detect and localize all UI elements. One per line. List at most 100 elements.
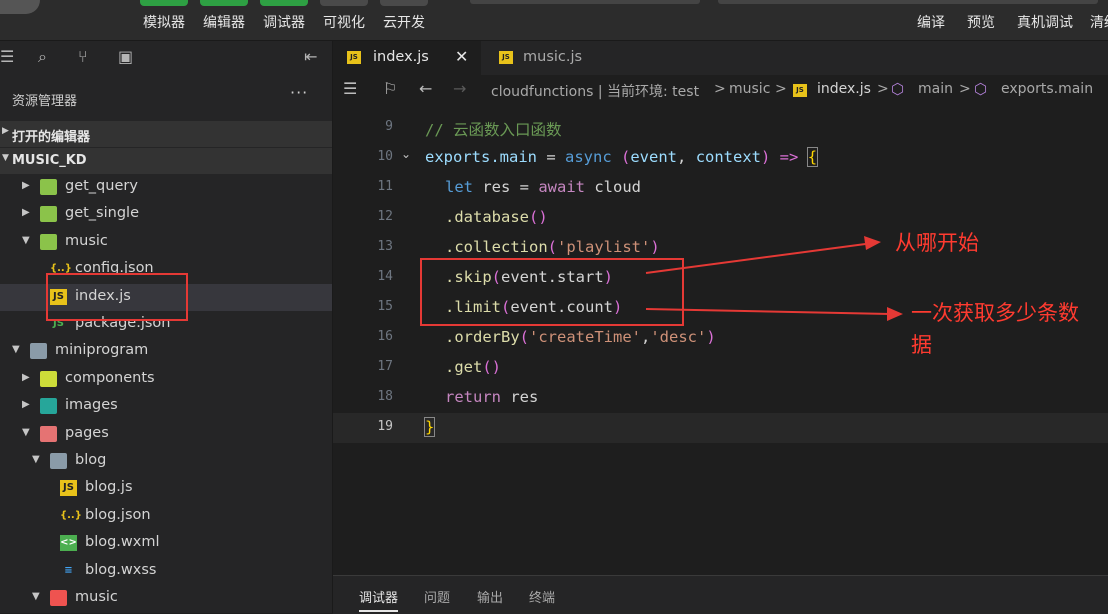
annotation-skip: 从哪开始 (895, 231, 979, 255)
chevron-down-icon[interactable]: ▼ (32, 454, 40, 465)
code-line-9: 9 // 云函数入口函数 (385, 119, 562, 139)
debug-icon[interactable]: ▣ (118, 47, 133, 66)
explorer-icon[interactable]: ☰ (0, 47, 14, 66)
tab-music-js[interactable]: JS music.js (483, 41, 633, 75)
code-line-11: 11 let res = await cloud (377, 178, 641, 196)
tree-item[interactable]: ▼ miniprogram (0, 338, 332, 365)
breadcrumb-path[interactable]: cloudfunctions | 当前环境: test (491, 81, 699, 101)
chevron-right-icon[interactable]: ▶ (22, 372, 30, 383)
folder-icon (40, 206, 57, 223)
sidebar: ☰ ⌕ ⑂ ▣ ⇤ 资源管理器 ··· ▶ 打开的编辑器 ▼ MUSIC_KD … (0, 41, 333, 613)
chevron-right-icon[interactable]: ▶ (22, 399, 30, 410)
chevron-down-icon[interactable]: ▼ (22, 235, 30, 246)
visualize-button[interactable]: 可视化 (317, 0, 371, 40)
code-line-10: 10 ⌄ exports.main = async (event, contex… (377, 147, 819, 167)
forward-arrow-icon[interactable]: → (453, 79, 466, 98)
folder-icon (40, 179, 57, 195)
project-section[interactable]: ▼ MUSIC_KD (0, 148, 332, 174)
compile-button[interactable]: 编译 (917, 12, 945, 32)
code-line-12: 12 .database() (377, 208, 548, 226)
symbol-method-icon: ⬡ (891, 80, 905, 98)
code-editor[interactable]: 9 // 云函数入口函数 10 ⌄ exports.main = async (… (333, 105, 1108, 575)
wxml-file-icon: <> (60, 535, 77, 552)
highlight-box-index-js (46, 273, 188, 321)
js-file-icon: JS (347, 51, 361, 64)
breadcrumb-file[interactable]: index.js (817, 81, 871, 97)
js-file-icon: JS (499, 51, 513, 64)
tree-item-label: components (65, 369, 155, 386)
close-icon[interactable]: ✕ (455, 47, 468, 66)
folder-icon (50, 590, 67, 606)
open-editors-section[interactable]: ▶ 打开的编辑器 (0, 121, 332, 147)
compile-mode-select[interactable] (470, 0, 700, 4)
annotation-limit-2: 据 (911, 333, 932, 357)
chevron-down-icon[interactable]: ▼ (12, 344, 20, 355)
js-file-icon: JS (60, 480, 77, 497)
source-control-icon[interactable]: ⑂ (78, 47, 88, 66)
folder-icon (40, 370, 57, 387)
breadcrumb-sep: > (775, 81, 787, 97)
tab-terminal[interactable]: 终端 (529, 587, 555, 606)
cloud-dev-toggle-icon (380, 0, 428, 6)
tree-item[interactable]: ▼ music (0, 229, 332, 256)
js-file-icon: JS (793, 84, 807, 97)
breadcrumb-sep: > (877, 81, 889, 97)
tree-item[interactable]: ▼ blog (0, 448, 332, 475)
preview-button[interactable]: 预览 (967, 12, 995, 32)
tree-item-label: images (65, 397, 118, 414)
breadcrumb-music[interactable]: music (729, 81, 770, 97)
clear-cache-button[interactable]: 清缓 (1090, 12, 1108, 32)
tree-item[interactable]: ▶ get_single (0, 201, 332, 228)
tree-item-label: blog.json (85, 506, 151, 523)
tree-item[interactable]: ▶ get_query (0, 174, 332, 201)
tab-debugger[interactable]: 调试器 (359, 587, 399, 612)
simulator-button[interactable]: 模拟器 (137, 0, 191, 40)
list-icon[interactable]: ☰ (343, 79, 357, 98)
symbol-method-icon: ⬡ (974, 80, 988, 98)
tree-item[interactable]: ≡ blog.wxss (0, 558, 332, 585)
editor-button[interactable]: 编辑器 (197, 0, 251, 40)
collapse-sidebar-icon[interactable]: ⇤ (304, 47, 317, 66)
breadcrumb-main[interactable]: main (918, 81, 953, 97)
search-icon[interactable]: ⌕ (38, 47, 47, 67)
remote-debug-button[interactable]: 真机调试 (1017, 12, 1073, 32)
debugger-button[interactable]: 调试器 (257, 0, 311, 40)
simulator-toggle-icon (140, 0, 188, 6)
fold-chevron-icon[interactable]: ⌄ (401, 147, 411, 161)
tree-item[interactable]: ▼ music (0, 585, 332, 612)
debugger-toggle-icon (260, 0, 308, 6)
back-arrow-icon[interactable]: ← (419, 79, 432, 98)
tab-output[interactable]: 输出 (477, 587, 503, 606)
tree-item-label: get_query (65, 178, 138, 194)
avatar[interactable] (0, 0, 40, 14)
tab-index-js[interactable]: JS index.js ✕ (333, 41, 481, 75)
sidebar-activity-bar: ☰ ⌕ ⑂ ▣ ⇤ (0, 41, 332, 75)
more-actions-icon[interactable]: ··· (290, 83, 308, 102)
chevron-down-icon[interactable]: ▼ (22, 427, 30, 438)
tab-problems[interactable]: 问题 (424, 587, 450, 606)
chevron-right-icon[interactable]: ▶ (22, 207, 30, 218)
tree-item[interactable]: {..} blog.json (0, 503, 332, 530)
folder-icon (50, 453, 67, 469)
breadcrumb-exports-main[interactable]: exports.main (1001, 81, 1093, 97)
tree-item[interactable]: ▶ images (0, 393, 332, 420)
chevron-down-icon[interactable]: ▼ (32, 591, 40, 602)
bookmark-icon[interactable]: ⚐ (383, 79, 397, 98)
tree-item-label: blog.wxml (85, 534, 160, 551)
tree-item[interactable]: <> blog.wxml (0, 530, 332, 557)
tree-item-label: blog.js (85, 479, 133, 496)
cloud-dev-button[interactable]: 云开发 (377, 0, 431, 40)
tree-item[interactable]: ▼ pages (0, 421, 332, 448)
chevron-down-icon: ▼ (2, 153, 9, 163)
tree-item[interactable]: ▶ components (0, 366, 332, 393)
tree-item-label: miniprogram (55, 342, 149, 359)
code-line-18: 18 return res (377, 388, 539, 406)
tree-item[interactable]: JS blog.js (0, 475, 332, 502)
wxss-file-icon: ≡ (64, 564, 73, 576)
tree-item-label: blog (75, 452, 107, 468)
highlight-box-skip-limit (420, 258, 684, 326)
breadcrumb: ☰ ⚐ ← → cloudfunctions | 当前环境: test > mu… (333, 75, 1108, 105)
chevron-right-icon: ▶ (2, 126, 9, 136)
chevron-right-icon[interactable]: ▶ (22, 180, 30, 191)
tree-item-label: music (75, 589, 118, 605)
